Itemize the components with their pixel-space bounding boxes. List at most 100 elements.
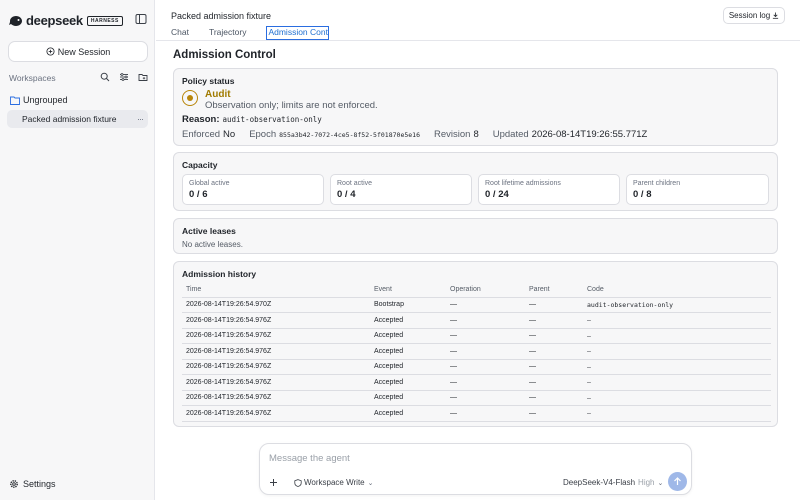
cell-event: Accepted <box>370 359 446 375</box>
enforced-label: Enforced <box>182 129 221 140</box>
cell-time: 2026-08-14T19:26:54.976Z <box>182 359 370 375</box>
brand-logo[interactable]: deepseek HARNESS <box>9 13 123 28</box>
cell-parent: — <box>525 374 583 391</box>
cell-event: Accepted <box>370 328 446 344</box>
session-item-label: Packed admission fixture <box>22 114 117 124</box>
sidebar-toggle-icon[interactable] <box>135 13 147 25</box>
capacity-label: Root active <box>337 180 373 187</box>
folder-icon <box>10 96 20 105</box>
cell-operation: — <box>446 405 525 422</box>
tab-chat[interactable]: Chat <box>171 27 189 40</box>
policy-status-title: Policy status <box>182 76 235 86</box>
tab-bar: Chat Trajectory Admission Control <box>171 26 349 40</box>
model-select[interactable]: DeepSeek-V4-Flash High ⌄ <box>563 478 663 487</box>
capacity-label: Global active <box>189 180 230 187</box>
leases-empty-message: No active leases. <box>182 240 243 249</box>
capacity-card: Capacity Global active 0 / 6 Root active… <box>173 152 778 211</box>
table-row: 2026-08-14T19:26:54.976Z Accepted — — — <box>182 359 771 375</box>
cell-code: — <box>583 328 771 344</box>
cell-parent: — <box>525 297 583 313</box>
cell-code: — <box>583 405 771 422</box>
model-label: DeepSeek-V4-Flash <box>563 478 636 487</box>
capacity-title: Capacity <box>182 160 218 170</box>
cell-event: Accepted <box>370 312 446 329</box>
session-log-label: Session log <box>728 11 771 20</box>
cell-time: 2026-08-14T19:26:54.976Z <box>182 374 370 391</box>
cell-operation: — <box>446 343 525 360</box>
policy-meta: Enforced No Epoch 855a3b42-7072-4ce5-8f5… <box>182 129 661 140</box>
cell-operation: — <box>446 312 525 329</box>
harness-badge: HARNESS <box>86 15 123 26</box>
revision-label: Revision <box>434 129 471 140</box>
download-icon <box>773 12 779 19</box>
capacity-parent-children: Parent children 0 / 8 <box>626 174 769 205</box>
whale-logo-icon <box>9 15 22 26</box>
gear-icon <box>10 480 18 488</box>
capacity-label: Parent children <box>633 180 681 187</box>
column-header-code: Code <box>583 283 771 298</box>
column-header-event: Event <box>370 283 446 298</box>
shield-icon <box>294 478 302 487</box>
add-attachment-icon[interactable] <box>269 478 278 487</box>
settings-label: Settings <box>23 479 56 489</box>
cell-operation: — <box>446 297 525 313</box>
session-item-packed-admission-fixture[interactable]: Packed admission fixture ··· <box>7 110 148 128</box>
search-icon[interactable] <box>100 72 110 82</box>
session-log-button[interactable]: Session log <box>723 7 785 24</box>
settings-button[interactable]: Settings <box>9 479 56 489</box>
updated-label: Updated <box>492 129 529 140</box>
cell-parent: — <box>525 328 583 344</box>
column-header-operation: Operation <box>446 283 525 298</box>
capacity-value: 0 / 24 <box>485 189 509 200</box>
cell-operation: — <box>446 359 525 375</box>
send-button[interactable] <box>668 472 687 491</box>
capacity-root-lifetime: Root lifetime admissions 0 / 24 <box>478 174 620 205</box>
tab-admission-control[interactable]: Admission Control <box>266 26 330 40</box>
workspace-group-ungrouped[interactable]: Ungrouped <box>10 95 68 105</box>
reason-label: Reason: <box>182 114 220 125</box>
table-row: 2026-08-14T19:26:54.976Z Accepted — — — <box>182 390 771 406</box>
new-session-label: New Session <box>57 46 111 57</box>
group-label: Ungrouped <box>23 95 68 105</box>
cell-event: Accepted <box>370 343 446 360</box>
epoch-value: 855a3b42-7072-4ce5-8f52-5f01870e5e16 <box>279 131 421 139</box>
cell-operation: — <box>446 328 525 344</box>
filter-sliders-icon[interactable] <box>119 72 129 82</box>
column-header-time: Time <box>182 283 370 298</box>
admission-history-title: Admission history <box>182 269 257 279</box>
active-leases-card: Active leases No active leases. <box>173 218 778 254</box>
table-header-row: Time Event Operation Parent Code <box>182 283 771 298</box>
message-input[interactable]: Message the agent <box>269 453 350 464</box>
more-options-icon[interactable]: ··· <box>137 115 144 124</box>
main-panel: Packed admission fixture Session log Cha… <box>156 0 800 500</box>
cell-time: 2026-08-14T19:26:54.976Z <box>182 390 370 406</box>
policy-mode: Audit <box>205 89 231 100</box>
capacity-root-active: Root active 0 / 4 <box>330 174 472 205</box>
cell-parent: — <box>525 405 583 422</box>
audit-status-icon <box>182 90 198 106</box>
cell-parent: — <box>525 359 583 375</box>
capacity-global-active: Global active 0 / 6 <box>182 174 324 205</box>
effort-label: High <box>638 478 655 487</box>
tab-trajectory[interactable]: Trajectory <box>209 27 246 40</box>
chevron-down-icon: ⌄ <box>367 479 374 487</box>
table-row: 2026-08-14T19:26:54.976Z Accepted — — — <box>182 328 771 344</box>
cell-code: — <box>583 359 771 375</box>
new-folder-icon[interactable] <box>138 72 148 82</box>
cell-event: Accepted <box>370 374 446 391</box>
workspace-mode-select[interactable]: Workspace Write ⌄ <box>294 478 373 487</box>
revision-value: 8 <box>473 129 479 140</box>
cell-operation: — <box>446 374 525 391</box>
capacity-value: 0 / 4 <box>337 189 356 200</box>
cell-parent: — <box>525 312 583 329</box>
table-row: 2026-08-14T19:26:54.976Z Accepted — — — <box>182 405 771 422</box>
sidebar: deepseek HARNESS New Session Workspaces <box>0 0 155 500</box>
cell-time: 2026-08-14T19:26:54.970Z <box>182 297 370 313</box>
section-heading: Admission Control <box>173 49 276 61</box>
cell-code: — <box>583 343 771 360</box>
new-session-button[interactable]: New Session <box>8 41 148 62</box>
enforced-value: No <box>223 129 236 140</box>
cell-parent: — <box>525 390 583 406</box>
cell-time: 2026-08-14T19:26:54.976Z <box>182 405 370 422</box>
arrow-up-icon <box>674 477 681 485</box>
